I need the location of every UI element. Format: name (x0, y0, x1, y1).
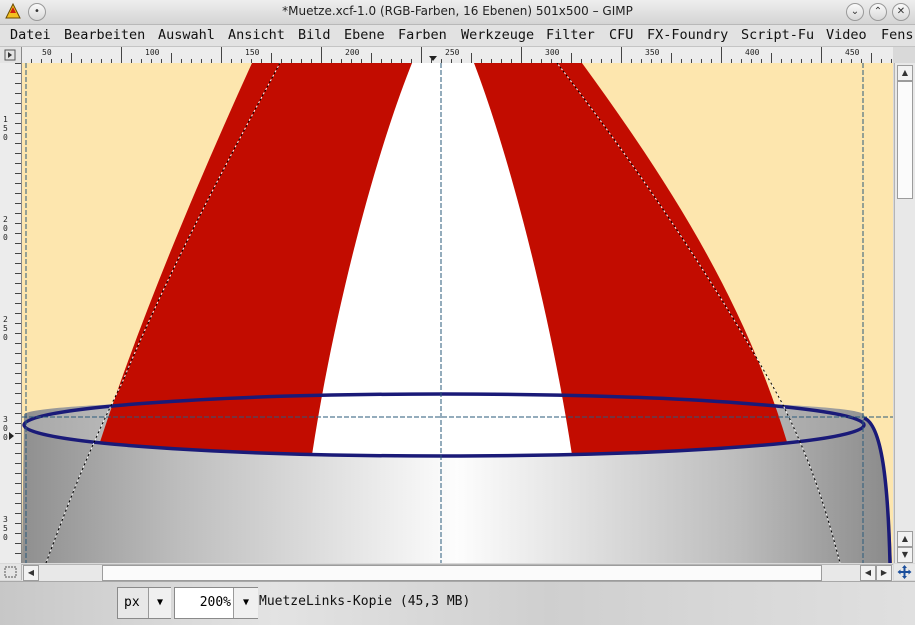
scroll-right-button[interactable]: ▶ (876, 565, 892, 581)
menu-fx-foundry[interactable]: FX-Foundry (647, 27, 728, 43)
ruler-label-300: 300 (545, 48, 560, 57)
navigate-icon (897, 565, 912, 579)
ruler-label-50: 50 (42, 48, 52, 57)
zoom-value[interactable]: 200% (200, 588, 231, 618)
menu-auswahl[interactable]: Auswahl (158, 27, 215, 43)
horizontal-scroll-thumb[interactable] (102, 565, 822, 581)
image-menu-button[interactable] (0, 47, 22, 64)
unit-value: px (124, 595, 140, 610)
scroll-left-button-right[interactable]: ◀ (860, 565, 876, 581)
ruler-label-150-v: 150 (3, 115, 8, 142)
quick-mask-icon (4, 566, 17, 578)
image-canvas[interactable] (22, 63, 893, 563)
scroll-left-button[interactable]: ◀ (23, 565, 39, 581)
title-bar: • *Muetze.xcf-1.0 (RGB-Farben, 16 Ebenen… (0, 0, 915, 25)
menu-filter[interactable]: Filter (546, 27, 595, 43)
scroll-up-button[interactable]: ▲ (897, 65, 913, 81)
menu-ebene[interactable]: Ebene (344, 27, 385, 43)
ruler-label-200-v: 200 (3, 215, 8, 242)
ruler-label-250: 250 (445, 48, 460, 57)
zoom-selector[interactable]: 200% ▼ (174, 587, 258, 619)
menu-ansicht[interactable]: Ansicht (228, 27, 285, 43)
maximize-button[interactable]: ⌃ (869, 3, 887, 21)
unit-selector[interactable]: px ▼ (117, 587, 171, 619)
unit-dropdown-arrow[interactable]: ▼ (148, 588, 171, 618)
navigate-button[interactable] (894, 564, 915, 580)
menu-fenster[interactable]: Fens (881, 27, 914, 43)
ruler-label-350: 350 (645, 48, 660, 57)
menu-script-fu[interactable]: Script-Fu (741, 27, 814, 43)
menu-bar: Datei Bearbeiten Auswahl Ansicht Bild Eb… (0, 25, 915, 47)
horizontal-scrollbar[interactable]: ◀ ◀ ▶ (22, 564, 893, 581)
vertical-scroll-thumb[interactable] (897, 81, 913, 199)
zoom-dropdown-arrow[interactable]: ▼ (233, 588, 258, 618)
menu-werkzeuge[interactable]: Werkzeuge (461, 27, 534, 43)
menu-bild[interactable]: Bild (298, 27, 331, 43)
menu-datei[interactable]: Datei (10, 27, 51, 43)
minimize-button[interactable]: ⌄ (846, 3, 864, 21)
ruler-label-100: 100 (145, 48, 160, 57)
scroll-down-button[interactable]: ▼ (897, 547, 913, 563)
menu-farben[interactable]: Farben (398, 27, 447, 43)
menu-cfu[interactable]: CFU (609, 27, 633, 43)
hat-image (22, 63, 893, 563)
vertical-ruler[interactable]: 150 200 250 300 350 (0, 63, 22, 563)
quick-mask-toggle[interactable] (0, 564, 22, 580)
ruler-label-400: 400 (745, 48, 760, 57)
ruler-label-300-v: 300 (3, 415, 8, 442)
ruler-label-350-v: 350 (3, 515, 8, 542)
menu-video[interactable]: Video (826, 27, 867, 43)
ruler-label-450: 450 (845, 48, 860, 57)
menu-bearbeiten[interactable]: Bearbeiten (64, 27, 145, 43)
ruler-label-150: 150 (245, 48, 260, 57)
ruler-label-200: 200 (345, 48, 360, 57)
close-button[interactable]: ✕ (892, 3, 910, 21)
status-bar: px ▼ 200% ▼ MuetzeLinks-Kopie (45,3 MB) (0, 581, 915, 625)
window-title: *Muetze.xcf-1.0 (RGB-Farben, 16 Ebenen) … (282, 4, 633, 18)
ruler-label-250-v: 250 (3, 315, 8, 342)
horizontal-ruler[interactable]: 50 100 150 200 250 300 350 400 450 (22, 47, 893, 64)
arrow-right-icon (4, 49, 16, 61)
scroll-up-button-lower[interactable]: ▲ (897, 531, 913, 547)
layer-info-text: MuetzeLinks-Kopie (45,3 MB) (259, 594, 471, 609)
vertical-scrollbar[interactable]: ▲ ▲ ▼ (894, 63, 915, 563)
